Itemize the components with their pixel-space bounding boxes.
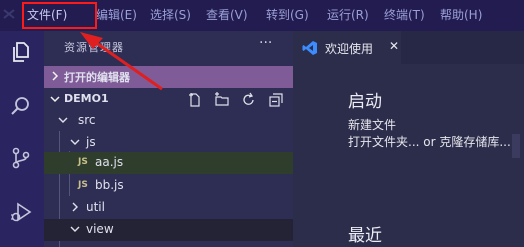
refresh-icon[interactable]	[241, 92, 257, 108]
search-icon[interactable]	[9, 94, 33, 118]
tree-folder-view[interactable]: view	[44, 219, 293, 241]
tree-folder-src[interactable]: src	[44, 110, 293, 132]
more-actions-icon[interactable]: ···	[259, 35, 272, 51]
menu-help[interactable]: 帮助(H)	[440, 0, 482, 31]
run-debug-icon[interactable]	[9, 200, 33, 224]
activity-bar	[0, 31, 44, 247]
javascript-file-icon: JS	[78, 180, 88, 190]
explorer-header: 资源管理器 ···	[44, 31, 293, 61]
new-file-link[interactable]: 新建文件	[348, 116, 396, 133]
close-icon[interactable]: ✕	[389, 39, 399, 53]
tree-label: src	[78, 113, 96, 127]
tree-folder-js[interactable]: js	[44, 132, 293, 154]
project-section-demo1[interactable]: DEMO1	[44, 89, 293, 111]
javascript-file-icon: JS	[78, 157, 88, 167]
chevron-right-icon	[52, 71, 59, 81]
tree-file-aa-js[interactable]: JS aa.js	[44, 152, 293, 174]
chevron-down-icon	[58, 117, 68, 123]
chevron-down-icon	[70, 226, 80, 232]
menu-bar: 文件(F) 编辑(E) 选择(S) 查看(V) 转到(G) 运行(R) 终端(T…	[0, 0, 524, 31]
tree-label: js	[86, 135, 96, 149]
editor-area: 欢迎使用 ✕ 启动 新建文件 打开文件夹... or 克隆存储库... 最近	[293, 31, 524, 247]
tab-welcome[interactable]: 欢迎使用 ✕	[293, 31, 401, 64]
menu-go[interactable]: 转到(G)	[266, 0, 309, 31]
tree-label: view	[86, 222, 114, 236]
tab-bar: 欢迎使用 ✕	[293, 31, 524, 64]
chevron-down-icon	[70, 139, 80, 145]
explorer-sidebar: 资源管理器 ··· 打开的编辑器 DEMO1 src js JS aa.js J…	[44, 31, 293, 247]
open-editors-section[interactable]: 打开的编辑器	[44, 66, 293, 88]
new-file-icon[interactable]	[187, 92, 203, 108]
menu-selection[interactable]: 选择(S)	[150, 0, 191, 31]
tree-folder-util[interactable]: util	[44, 197, 293, 219]
tree-label: bb.js	[95, 178, 124, 192]
menu-edit[interactable]: 编辑(E)	[96, 0, 137, 31]
vscode-logo-icon	[3, 9, 15, 19]
tree-label: aa.js	[95, 155, 124, 169]
recent-heading: 最近	[348, 226, 382, 246]
chevron-down-icon	[50, 96, 60, 103]
scrollbar-thumb[interactable]	[512, 134, 520, 158]
start-heading: 启动	[348, 92, 382, 112]
project-label: DEMO1	[64, 92, 109, 105]
source-control-icon[interactable]	[9, 146, 33, 170]
new-folder-icon[interactable]	[214, 92, 230, 108]
menu-terminal[interactable]: 终端(T)	[384, 0, 425, 31]
explorer-title: 资源管理器	[64, 41, 124, 54]
vscode-icon	[302, 41, 317, 55]
open-clone-link[interactable]: 打开文件夹... or 克隆存储库...	[348, 133, 511, 150]
open-editors-label: 打开的编辑器	[64, 71, 130, 84]
tree-label: util	[86, 200, 105, 214]
tab-label: 欢迎使用	[325, 42, 374, 56]
tree-file-bb-js[interactable]: JS bb.js	[44, 175, 293, 197]
menu-view[interactable]: 查看(V)	[206, 0, 248, 31]
chevron-right-icon	[72, 202, 78, 212]
files-icon[interactable]	[9, 40, 33, 64]
menu-file-highlight-box	[22, 2, 97, 29]
collapse-all-icon[interactable]	[268, 92, 284, 108]
menu-run[interactable]: 运行(R)	[327, 0, 369, 31]
